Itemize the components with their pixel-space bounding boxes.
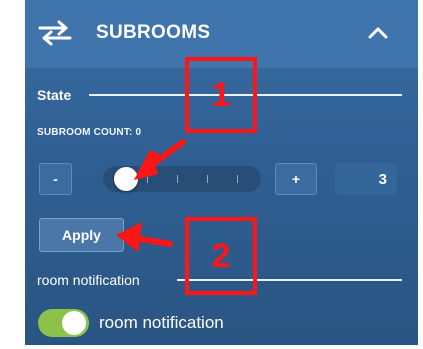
slider-tick xyxy=(147,175,148,183)
room-notification-toggle[interactable] xyxy=(38,309,89,337)
slider-tick xyxy=(237,175,238,183)
state-section-label: State xyxy=(37,87,72,103)
slider-tick xyxy=(207,175,208,183)
panel-title: SUBROOMS xyxy=(96,22,211,43)
annotation-marker-1: 1 xyxy=(185,57,257,133)
subroom-count-slider[interactable] xyxy=(103,166,261,192)
room-notification-toggle-label: room notification xyxy=(99,313,224,332)
subroom-count-value: 3 xyxy=(335,163,397,195)
apply-button[interactable]: Apply xyxy=(39,218,124,252)
slider-thumb[interactable] xyxy=(114,167,138,191)
increment-button[interactable]: + xyxy=(275,163,317,195)
toggle-thumb xyxy=(62,311,86,335)
annotation-marker-2: 2 xyxy=(185,217,257,295)
notification-section-label: room notification xyxy=(37,272,140,288)
slider-tick xyxy=(177,175,178,183)
decrement-button[interactable]: - xyxy=(39,163,72,195)
subroom-count-label: SUBROOM COUNT: 0 xyxy=(37,127,142,138)
